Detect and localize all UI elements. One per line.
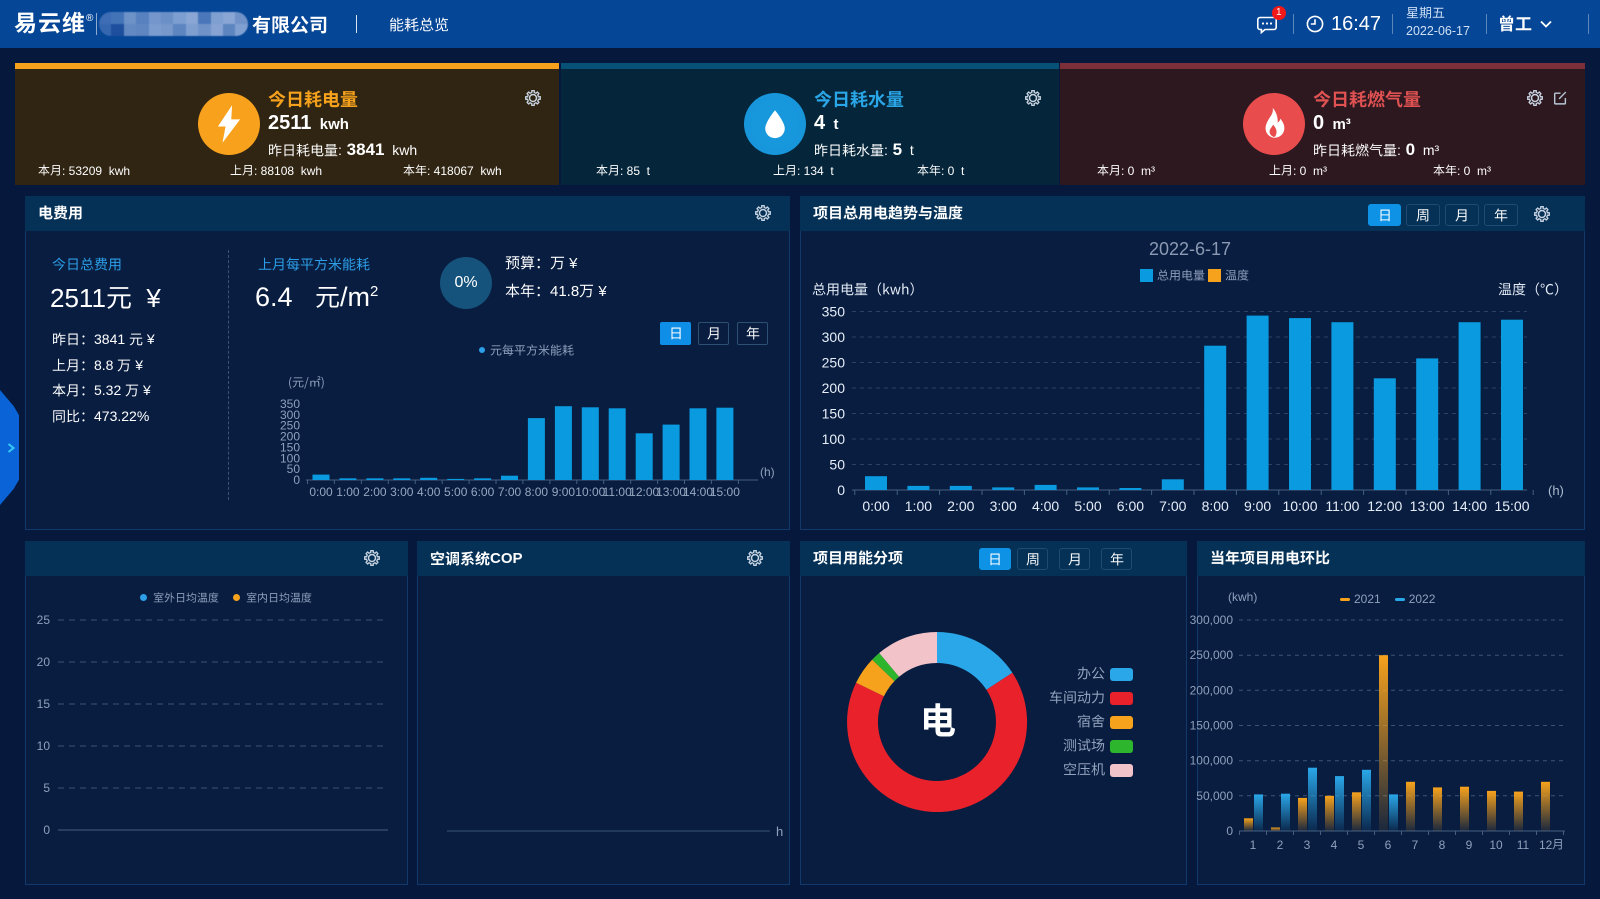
svg-text:50: 50 [829, 457, 845, 473]
svg-text:2: 2 [1277, 838, 1284, 852]
svg-text:15: 15 [37, 697, 51, 711]
svg-text:20: 20 [37, 655, 51, 669]
svg-text:0: 0 [1226, 824, 1233, 838]
svg-text:0: 0 [43, 823, 50, 837]
svg-text:1:00: 1:00 [905, 498, 932, 514]
svg-text:11:00: 11:00 [1325, 498, 1359, 514]
svg-text:50,000: 50,000 [1196, 789, 1233, 803]
svg-text:10: 10 [1489, 838, 1503, 852]
svg-text:11: 11 [1517, 838, 1530, 852]
svg-text:12:00: 12:00 [1367, 498, 1402, 514]
svg-text:3:00: 3:00 [990, 498, 1017, 514]
svg-text:1:00: 1:00 [336, 485, 360, 496]
svg-text:150: 150 [822, 406, 846, 422]
svg-text:7:00: 7:00 [498, 485, 522, 496]
svg-text:3:00: 3:00 [390, 485, 414, 496]
svg-text:11:00: 11:00 [603, 485, 632, 496]
svg-text:300: 300 [822, 329, 846, 345]
svg-text:9: 9 [1466, 838, 1473, 852]
svg-text:4: 4 [1331, 838, 1338, 852]
svg-text:5:00: 5:00 [1074, 498, 1101, 514]
svg-text:100: 100 [822, 431, 846, 447]
svg-text:8:00: 8:00 [525, 485, 549, 496]
svg-text:5:00: 5:00 [444, 485, 468, 496]
svg-text:4:00: 4:00 [1032, 498, 1059, 514]
svg-text:200,000: 200,000 [1190, 683, 1234, 697]
svg-text:2:00: 2:00 [363, 485, 387, 496]
svg-text:1: 1 [1250, 838, 1257, 852]
svg-text:6:00: 6:00 [1117, 498, 1144, 514]
svg-text:3: 3 [1304, 838, 1311, 852]
svg-text:350: 350 [822, 304, 846, 320]
svg-text:8: 8 [1439, 838, 1446, 852]
svg-text:9:00: 9:00 [1244, 498, 1271, 514]
svg-text:7:00: 7:00 [1159, 498, 1186, 514]
svg-text:0:00: 0:00 [309, 485, 333, 496]
svg-text:8:00: 8:00 [1202, 498, 1229, 514]
svg-text:5: 5 [43, 781, 50, 795]
svg-text:4:00: 4:00 [417, 485, 441, 496]
svg-text:15:00: 15:00 [710, 485, 740, 496]
svg-text:0:00: 0:00 [862, 498, 889, 514]
svg-text:7: 7 [1412, 838, 1419, 852]
svg-text:10:00: 10:00 [1282, 498, 1317, 514]
svg-text:0: 0 [837, 482, 845, 498]
svg-text:6: 6 [1385, 838, 1392, 852]
svg-text:13:00: 13:00 [656, 485, 686, 496]
svg-text:25: 25 [37, 613, 51, 627]
svg-text:10:00: 10:00 [575, 485, 605, 496]
svg-text:14:00: 14:00 [1452, 498, 1487, 514]
svg-text:14:00: 14:00 [683, 485, 713, 496]
svg-text:10: 10 [37, 739, 51, 753]
svg-text:150,000: 150,000 [1190, 719, 1234, 733]
svg-text:2:00: 2:00 [947, 498, 974, 514]
svg-text:12:00: 12:00 [629, 485, 659, 496]
svg-text:250,000: 250,000 [1190, 648, 1234, 662]
svg-text:(h): (h) [1548, 483, 1564, 498]
svg-text:200: 200 [822, 380, 846, 396]
svg-text:9:00: 9:00 [552, 485, 576, 496]
svg-text:6:00: 6:00 [471, 485, 495, 496]
svg-text:100,000: 100,000 [1190, 754, 1234, 768]
svg-text:300,000: 300,000 [1190, 613, 1234, 627]
svg-text:5: 5 [1358, 838, 1365, 852]
svg-text:13:00: 13:00 [1410, 498, 1445, 514]
svg-text:2022-6-17: 2022-6-17 [1149, 239, 1231, 259]
svg-text:250: 250 [822, 355, 846, 371]
svg-text:15:00: 15:00 [1494, 498, 1529, 514]
svg-text:350: 350 [280, 397, 300, 411]
